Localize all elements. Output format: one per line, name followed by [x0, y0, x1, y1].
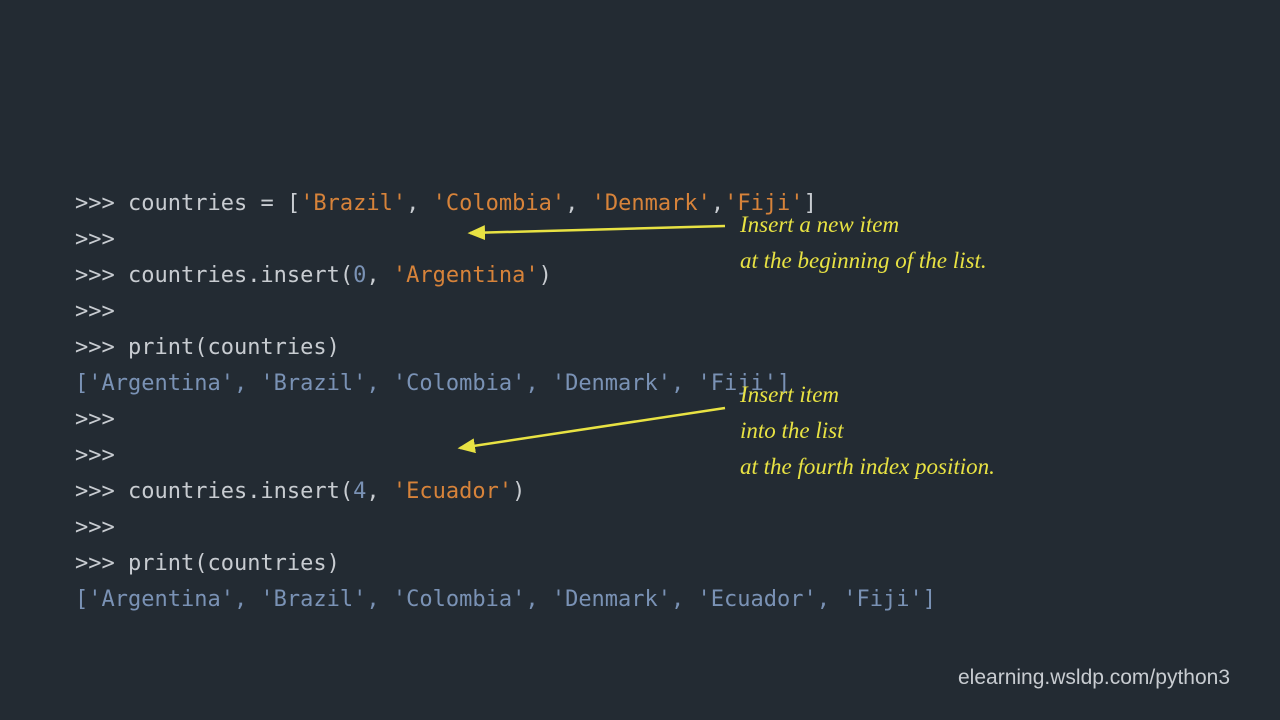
annotation-2-line-2: into the list — [740, 413, 995, 449]
code-output-1: ['Argentina', 'Brazil', 'Colombia', 'Den… — [75, 371, 790, 396]
annotation-2-line-1: Insert item — [740, 377, 995, 413]
code-line-10: >>> — [75, 515, 115, 540]
code-line-4: >>> — [75, 299, 115, 324]
annotation-2-line-3: at the fourth index position. — [740, 449, 995, 485]
slide: >>> countries = ['Brazil', 'Colombia', '… — [0, 0, 1280, 720]
code-line-2: >>> — [75, 227, 115, 252]
code-line-8: >>> — [75, 443, 115, 468]
code-line-11: >>> print(countries) — [75, 551, 340, 576]
annotation-1-line-1: Insert a new item — [740, 207, 987, 243]
footer-credit: elearning.wsldp.com/python3 — [958, 666, 1230, 690]
annotation-2: Insert item into the list at the fourth … — [740, 377, 995, 485]
code-line-7: >>> — [75, 407, 115, 432]
annotation-1: Insert a new item at the beginning of th… — [740, 207, 987, 279]
code-line-3: >>> countries.insert(0, 'Argentina') — [75, 263, 552, 288]
code-line-9: >>> countries.insert(4, 'Ecuador') — [75, 479, 525, 504]
code-line-5: >>> print(countries) — [75, 335, 340, 360]
annotation-1-line-2: at the beginning of the list. — [740, 243, 987, 279]
code-output-2: ['Argentina', 'Brazil', 'Colombia', 'Den… — [75, 587, 936, 612]
code-line-1: >>> countries = ['Brazil', 'Colombia', '… — [75, 191, 817, 216]
